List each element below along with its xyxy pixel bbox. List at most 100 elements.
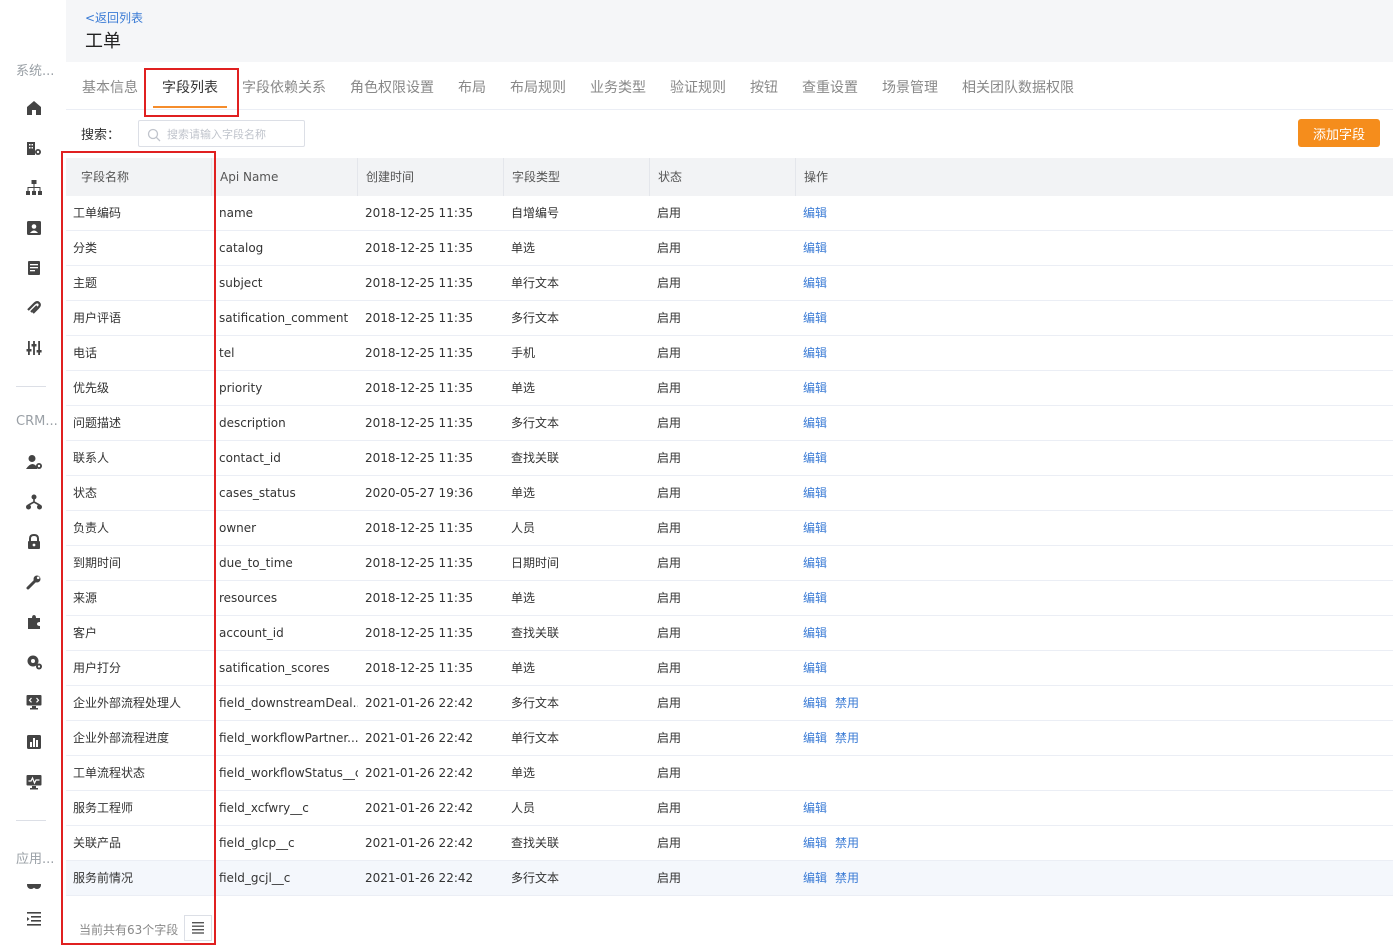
api-name-cell: account_id (219, 626, 284, 640)
puzzle-icon[interactable] (24, 612, 44, 632)
status-cell: 启用 (657, 416, 682, 430)
table-row[interactable]: 客户 account_id 2018-12-25 11:35 查找关联 启用 编辑 (66, 616, 1393, 651)
link-icon[interactable] (24, 298, 44, 318)
tab-buttons[interactable]: 按钮 (750, 77, 778, 97)
home-icon[interactable] (24, 98, 44, 118)
org-chart-icon[interactable] (24, 178, 44, 198)
tab-layout[interactable]: 布局 (458, 77, 486, 97)
table-row[interactable]: 优先级 priority 2018-12-25 11:35 单选 启用 编辑 (66, 371, 1393, 406)
edit-link[interactable]: 编辑 (803, 556, 827, 570)
search-input[interactable] (167, 125, 301, 143)
tab-basic-info[interactable]: 基本信息 (82, 77, 138, 97)
sliders-icon[interactable] (24, 338, 44, 358)
created-time-cell: 2021-01-26 22:42 (365, 801, 474, 815)
edit-link[interactable]: 编辑 (803, 276, 827, 290)
edit-link[interactable]: 编辑 (803, 626, 827, 640)
table-row[interactable]: 电话 tel 2018-12-25 11:35 手机 启用 编辑 (66, 336, 1393, 371)
document-icon[interactable] (24, 258, 44, 278)
column-header-status[interactable]: 状态 (650, 158, 796, 196)
tab-team-data-permissions[interactable]: 相关团队数据权限 (962, 77, 1074, 97)
tab-scene-management[interactable]: 场景管理 (882, 77, 938, 97)
column-header-api-name[interactable]: Api Name (212, 158, 358, 196)
actions-cell: 编辑 (796, 581, 1393, 616)
created-time-cell: 2018-12-25 11:35 (365, 346, 474, 360)
gear-user-icon[interactable] (24, 652, 44, 672)
contact-card-icon[interactable] (24, 218, 44, 238)
tab-layout-rules[interactable]: 布局规则 (510, 77, 566, 97)
column-settings-button[interactable] (184, 915, 212, 941)
building-settings-icon[interactable] (24, 138, 44, 158)
status-cell: 启用 (657, 381, 682, 395)
rail-divider (16, 820, 46, 821)
table-row[interactable]: 企业外部流程处理人 field_downstreamDeal... 2021-01-… (66, 686, 1393, 721)
code-monitor-icon[interactable] (24, 692, 44, 712)
tab-field-dependencies[interactable]: 字段依赖关系 (242, 77, 326, 97)
tab-role-permissions[interactable]: 角色权限设置 (350, 77, 434, 97)
edit-link[interactable]: 编辑 (803, 381, 827, 395)
field-type-cell: 单选 (511, 591, 536, 605)
table-row[interactable]: 问题描述 description 2018-12-25 11:35 多行文本 启用 编辑 (66, 406, 1393, 441)
rail-divider (16, 386, 46, 387)
created-time-cell: 2020-05-27 19:36 (365, 486, 474, 500)
rail-group-system[interactable]: 系统... (0, 60, 66, 79)
edit-link[interactable]: 编辑 (803, 241, 827, 255)
table-row[interactable]: 企业外部流程进度 field_workflowPartner... 2021-01-… (66, 721, 1393, 756)
lock-icon[interactable] (24, 532, 44, 552)
table-row[interactable]: 来源 resources 2018-12-25 11:35 单选 启用 编辑 (66, 581, 1393, 616)
edit-link[interactable]: 编辑 (803, 206, 827, 220)
edit-link[interactable]: 编辑 (803, 451, 827, 465)
table-row[interactable]: 用户评语 satification_comment 2018-12-25 11:35… (66, 301, 1393, 336)
pulse-monitor-icon[interactable] (24, 772, 44, 792)
disable-link[interactable]: 禁用 (835, 696, 859, 710)
main-panel: 基本信息 字段列表 字段依赖关系 角色权限设置 布局 布局规则 业务类型 验证规… (66, 62, 1393, 947)
table-row[interactable]: 负责人 owner 2018-12-25 11:35 人员 启用 编辑 (66, 511, 1393, 546)
status-cell: 启用 (657, 311, 682, 325)
column-header-created-time[interactable]: 创建时间 (358, 158, 504, 196)
edit-link[interactable]: 编辑 (803, 801, 827, 815)
rail-group-app[interactable]: 应用... (0, 848, 66, 867)
tab-business-types[interactable]: 业务类型 (590, 77, 646, 97)
column-header-field-name[interactable]: 字段名称 (66, 158, 212, 196)
api-name-cell: cases_status (219, 486, 296, 500)
disable-link[interactable]: 禁用 (835, 871, 859, 885)
table-row[interactable]: 用户打分 satification_scores 2018-12-25 11:35 单… (66, 651, 1393, 686)
back-to-list-link[interactable]: <返回列表 (85, 9, 143, 26)
user-settings-icon[interactable] (24, 452, 44, 472)
table-row[interactable]: 状态 cases_status 2020-05-27 19:36 单选 启用 编辑 (66, 476, 1393, 511)
table-row[interactable]: 关联产品 field_glcp__c 2021-01-26 22:42 查找关联 启用 编… (66, 826, 1393, 861)
disable-link[interactable]: 禁用 (835, 731, 859, 745)
edit-link[interactable]: 编辑 (803, 591, 827, 605)
edit-link[interactable]: 编辑 (803, 416, 827, 430)
edit-link[interactable]: 编辑 (803, 871, 827, 885)
rail-group-crm[interactable]: CRM... (0, 414, 66, 429)
edit-link[interactable]: 编辑 (803, 346, 827, 360)
table-row[interactable]: 服务工程师 field_xcfwry__c 2021-01-26 22:42 人员 启用… (66, 791, 1393, 826)
column-header-field-type[interactable]: 字段类型 (504, 158, 650, 196)
collapse-menu-icon[interactable] (24, 908, 44, 928)
edit-link[interactable]: 编辑 (803, 696, 827, 710)
edit-link[interactable]: 编辑 (803, 836, 827, 850)
edit-link[interactable]: 编辑 (803, 311, 827, 325)
table-row[interactable]: 分类 catalog 2018-12-25 11:35 单选 启用 编辑 (66, 231, 1393, 266)
edit-link[interactable]: 编辑 (803, 521, 827, 535)
group-icon[interactable] (24, 884, 44, 892)
edit-link[interactable]: 编辑 (803, 661, 827, 675)
tab-validation-rules[interactable]: 验证规则 (670, 77, 726, 97)
table-footer: 当前共有63个字段 (66, 911, 1393, 947)
edit-link[interactable]: 编辑 (803, 731, 827, 745)
table-row[interactable]: 工单流程状态 field_workflowStatus__c 2021-01-26 … (66, 756, 1393, 791)
table-row[interactable]: 工单编码 name 2018-12-25 11:35 自增编号 启用 编辑 (66, 196, 1393, 231)
field-type-cell: 单选 (511, 486, 536, 500)
tab-duplicate-check[interactable]: 查重设置 (802, 77, 858, 97)
bar-chart-icon[interactable] (24, 732, 44, 752)
actions-cell: 编辑 禁用 (796, 686, 1393, 721)
table-row[interactable]: 联系人 contact_id 2018-12-25 11:35 查找关联 启用 编辑 (66, 441, 1393, 476)
table-row[interactable]: 到期时间 due_to_time 2018-12-25 11:35 日期时间 启用 编辑 (66, 546, 1393, 581)
table-row[interactable]: 主题 subject 2018-12-25 11:35 单行文本 启用 编辑 (66, 266, 1393, 301)
wrench-icon[interactable] (24, 572, 44, 592)
add-field-button[interactable]: 添加字段 (1298, 119, 1380, 147)
table-row[interactable]: 服务前情况 field_gcjl__c 2021-01-26 22:42 多行文本 启用… (66, 861, 1393, 896)
edit-link[interactable]: 编辑 (803, 486, 827, 500)
disable-link[interactable]: 禁用 (835, 836, 859, 850)
hierarchy-icon[interactable] (24, 492, 44, 512)
